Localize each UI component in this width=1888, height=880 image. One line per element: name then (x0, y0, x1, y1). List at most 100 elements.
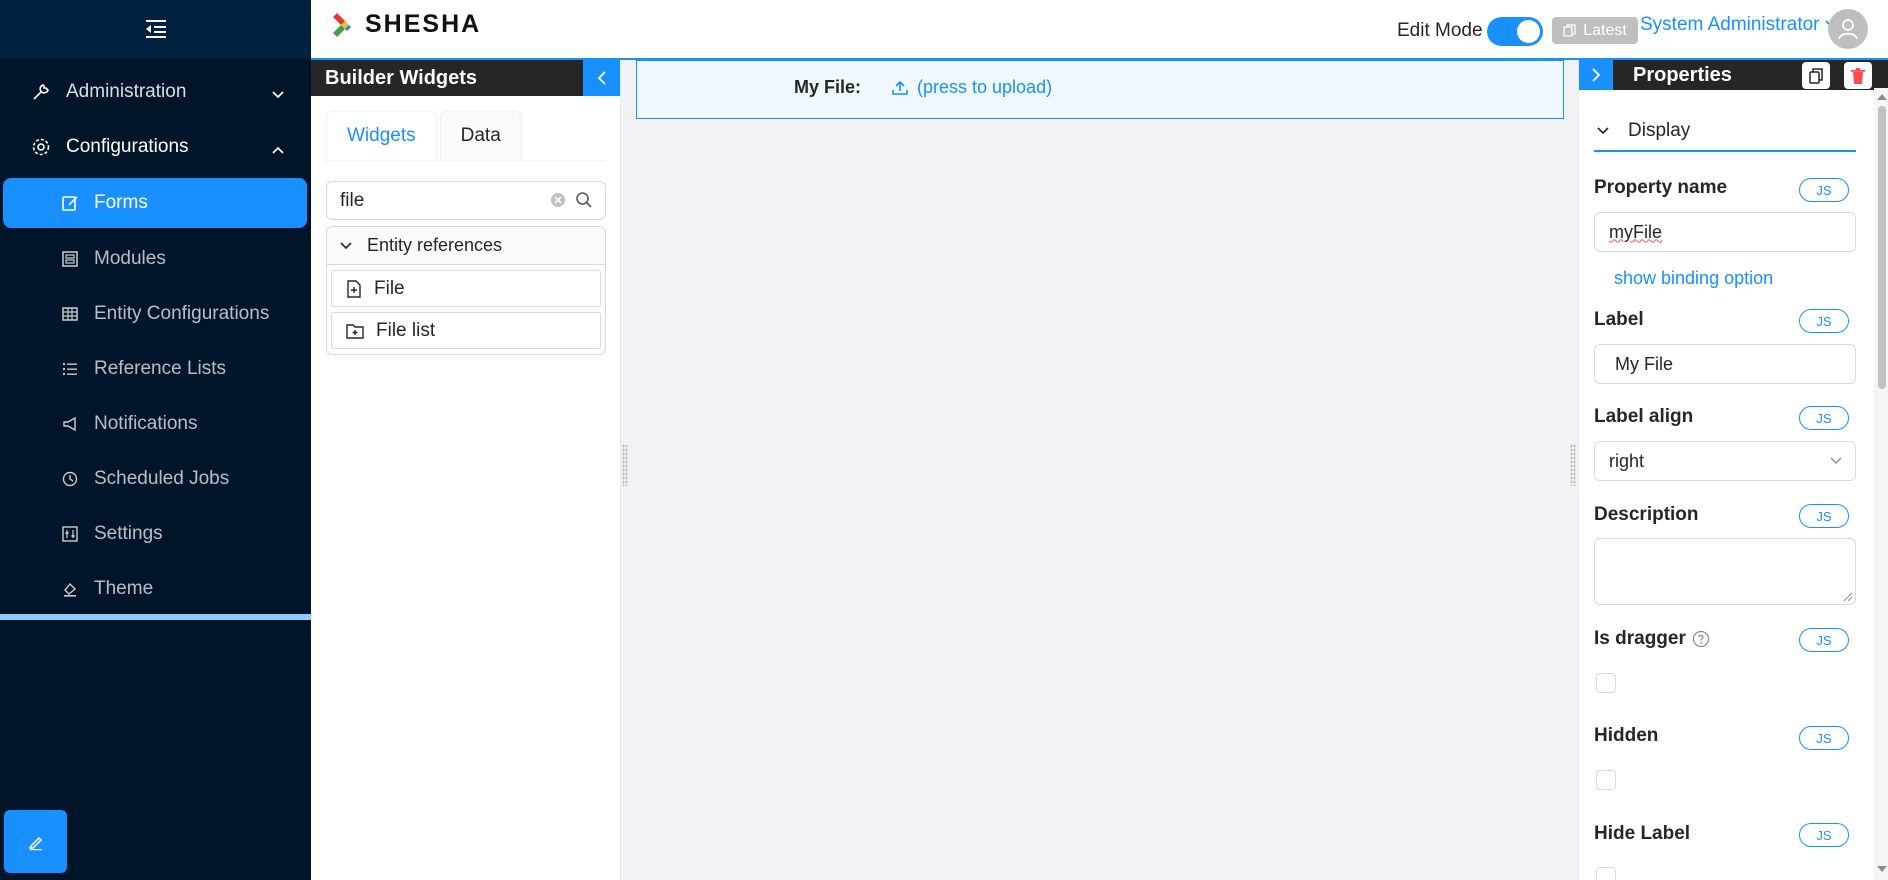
trash-icon (1851, 67, 1865, 84)
sidebar-item-modules[interactable]: Modules (0, 235, 311, 283)
edit-mode-label: Edit Mode (1397, 20, 1483, 41)
question-circle-icon[interactable] (1692, 630, 1710, 648)
property-name-input[interactable]: myFile (1594, 212, 1856, 252)
chevron-down-icon (1830, 457, 1842, 464)
edit-mode-toggle[interactable] (1487, 17, 1543, 46)
sidebar-item-settings[interactable]: Settings (0, 510, 311, 558)
js-toggle-label[interactable]: JS (1799, 309, 1849, 333)
js-toggle-hidden[interactable]: JS (1799, 726, 1849, 750)
js-toggle-property-name[interactable]: JS (1799, 178, 1849, 202)
search-icon[interactable] (575, 191, 593, 215)
chevron-down-icon (271, 84, 285, 106)
label-value: My File (1615, 353, 1673, 374)
builder-widgets-title: Builder Widgets (325, 66, 478, 89)
properties-header: Properties (1579, 60, 1888, 90)
brand-name: SHESHA (365, 10, 482, 38)
properties-panel: Properties Display Property name JS myFi… (1578, 60, 1888, 880)
logo[interactable]: SHESHA (329, 10, 481, 39)
sidebar-item-reference-lists[interactable]: Reference Lists (0, 345, 311, 393)
hide-label-checkbox[interactable] (1596, 867, 1616, 880)
is-dragger-checkbox[interactable] (1596, 673, 1616, 693)
label-align-value: right (1609, 450, 1645, 471)
upload-text: (press to upload) (917, 77, 1053, 97)
sidebar-item-label: Forms (94, 192, 148, 213)
user-icon (1838, 19, 1858, 40)
builder-widgets-panel: Builder Widgets Widgets Data file Entity… (311, 60, 621, 880)
clear-icon[interactable] (550, 192, 566, 214)
top-header: SHESHA Edit Mode Latest System Administr… (311, 0, 1888, 60)
show-binding-option-link[interactable]: show binding option (1614, 268, 1773, 289)
folder-add-icon (346, 323, 364, 339)
sidebar-item-label: Modules (94, 248, 166, 269)
form-icon (60, 193, 80, 213)
sidebar-item-notifications[interactable]: Notifications (0, 400, 311, 448)
sidebar-item-label: Reference Lists (94, 358, 227, 379)
sidebar-item-theme[interactable]: Theme (0, 565, 311, 613)
widget-item-label: File list (376, 319, 436, 341)
edit-icon (28, 836, 42, 850)
js-toggle-label-align[interactable]: JS (1799, 406, 1849, 430)
list-icon (60, 359, 80, 379)
scroll-down-icon[interactable] (1876, 864, 1888, 874)
sidebar-item-entity-configurations[interactable]: Entity Configurations (0, 290, 311, 338)
sidebar-item-label: Administration (66, 81, 187, 102)
search-value: file (340, 189, 365, 211)
chevron-up-icon (271, 139, 285, 161)
tab-widgets[interactable]: Widgets (326, 111, 437, 161)
hidden-checkbox[interactable] (1596, 770, 1616, 790)
js-toggle-hide-label[interactable]: JS (1799, 823, 1849, 847)
entity-references-header[interactable]: Entity references (327, 227, 605, 265)
copy-component-button[interactable] (1802, 62, 1830, 89)
sidebar-toggle[interactable] (0, 0, 311, 58)
sidebar-divider (0, 614, 311, 620)
label-align-label: Label align (1594, 406, 1694, 427)
right-resize-handle[interactable] (1570, 444, 1576, 486)
edit-mode-button[interactable] (4, 810, 67, 873)
user-menu[interactable]: System Administrator (1640, 14, 1842, 36)
megaphone-icon (60, 414, 80, 434)
upload-link[interactable]: (press to upload) (891, 77, 1052, 98)
toggle-knob (1517, 20, 1540, 43)
paint-icon (60, 579, 80, 599)
sidebar-item-scheduled-jobs[interactable]: Scheduled Jobs (0, 455, 311, 503)
scrollbar-thumb[interactable] (1878, 106, 1886, 389)
tab-data[interactable]: Data (439, 111, 522, 161)
latest-badge[interactable]: Latest (1552, 17, 1638, 44)
label-input[interactable]: My File (1594, 344, 1856, 384)
delete-component-button[interactable] (1844, 62, 1872, 89)
copy-icon (1809, 67, 1823, 84)
is-dragger-label: Is dragger (1594, 628, 1710, 650)
properties-title: Properties (1633, 63, 1732, 86)
sidebar-item-configurations[interactable]: Configurations (0, 123, 311, 171)
menu-fold-icon (145, 20, 166, 38)
widget-search-input[interactable]: file (326, 181, 606, 220)
widget-item-file-list[interactable]: File list (331, 312, 601, 349)
properties-scrollbar[interactable] (1874, 88, 1888, 880)
widgets-tabs: Widgets Data (326, 111, 525, 161)
chevron-down-icon (1596, 126, 1610, 136)
form-canvas[interactable]: My File: (press to upload) (621, 60, 1578, 880)
shesha-logo-icon (333, 12, 351, 37)
description-textarea[interactable] (1594, 538, 1856, 605)
copy-icon (1563, 23, 1576, 37)
widget-item-file[interactable]: File (331, 270, 601, 307)
tabs-divider (326, 160, 606, 161)
js-toggle-description[interactable]: JS (1799, 504, 1849, 528)
avatar[interactable] (1828, 9, 1868, 49)
display-section-header[interactable]: Display (1594, 112, 1856, 152)
chevron-right-icon (1592, 68, 1601, 82)
file-add-icon (346, 279, 362, 298)
js-toggle-is-dragger[interactable]: JS (1799, 628, 1849, 652)
scroll-up-icon[interactable] (1876, 92, 1888, 102)
label-align-select[interactable]: right (1594, 441, 1856, 481)
file-field[interactable]: My File: (press to upload) (636, 60, 1564, 119)
sliders-icon (60, 524, 80, 544)
description-label: Description (1594, 504, 1699, 525)
clock-icon (60, 469, 80, 489)
resize-grip-icon (1843, 592, 1853, 602)
left-resize-handle[interactable] (622, 444, 628, 486)
collapse-widgets-button[interactable] (583, 60, 620, 96)
collapse-properties-button[interactable] (1579, 60, 1613, 90)
sidebar-item-forms[interactable]: Forms (3, 178, 307, 228)
sidebar-item-administration[interactable]: Administration (0, 68, 311, 116)
